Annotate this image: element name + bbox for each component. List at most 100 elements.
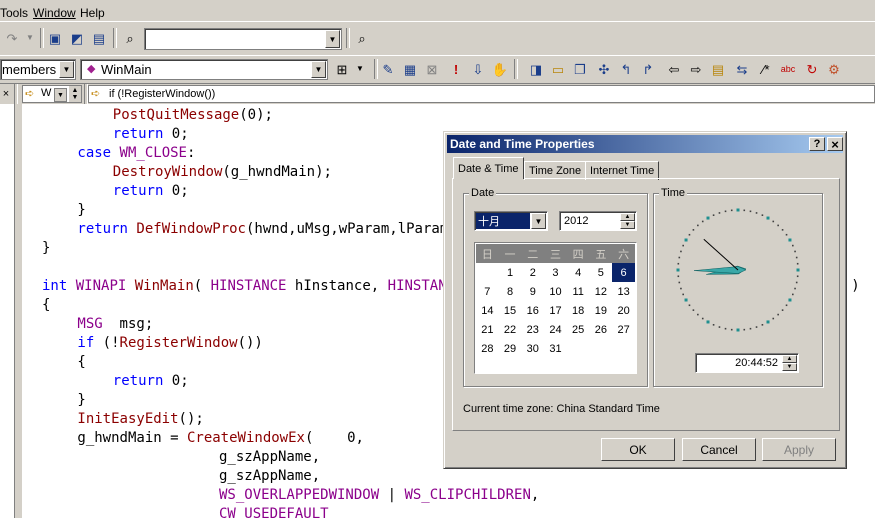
stop-build-icon[interactable]: ⊠ bbox=[422, 59, 442, 79]
function-combo[interactable]: ◆ WinMain ▼ bbox=[80, 59, 328, 80]
calendar-day[interactable]: 20 bbox=[612, 301, 635, 320]
redo-icon[interactable]: ↱ bbox=[638, 59, 658, 79]
hand-icon[interactable]: ✋ bbox=[490, 59, 510, 79]
hour-tick bbox=[766, 320, 770, 324]
calendar-day[interactable]: 29 bbox=[499, 339, 522, 358]
calendar[interactable]: 日一二三四五六 1 2 3 4 5 6 7 8 9 10 11 12 13 14 15 16 17 18 19 20 2… bbox=[474, 242, 637, 374]
calendar-day[interactable]: 23 bbox=[521, 320, 544, 339]
wizard-action-icon[interactable]: ⊞ bbox=[332, 59, 352, 79]
splitter[interactable] bbox=[14, 104, 22, 518]
wizard-combo[interactable]: ➪ W ▼ ▲ ▼ bbox=[22, 85, 82, 103]
workspace-icon[interactable]: ▣ bbox=[45, 28, 65, 48]
calendar-day[interactable]: 1 bbox=[499, 263, 522, 282]
compile-icon[interactable]: ✎ bbox=[378, 59, 398, 79]
location-bar[interactable]: ➪ if (!RegisterWindow()) bbox=[88, 85, 875, 103]
apply-button[interactable]: Apply bbox=[762, 438, 836, 461]
spellcheck-icon[interactable]: abc bbox=[778, 59, 798, 79]
calendar-day[interactable]: 8 bbox=[499, 282, 522, 301]
calendar-day[interactable]: 31 bbox=[544, 339, 567, 358]
close-icon[interactable]: × bbox=[0, 84, 12, 104]
execute-icon[interactable]: ! bbox=[446, 59, 466, 79]
calendar-day[interactable]: 30 bbox=[521, 339, 544, 358]
output-icon[interactable]: ◩ bbox=[67, 28, 87, 48]
calendar-day[interactable]: 16 bbox=[521, 301, 544, 320]
find-combo[interactable]: ▼ bbox=[144, 28, 342, 50]
spin-icon[interactable]: ▲ ▼ bbox=[69, 86, 81, 102]
code-token: return bbox=[112, 373, 164, 389]
calendar-day[interactable]: 9 bbox=[521, 282, 544, 301]
calendar-day[interactable]: 7 bbox=[476, 282, 499, 301]
refresh-icon[interactable]: ↻ bbox=[802, 59, 822, 79]
copy-icon[interactable]: ❐ bbox=[570, 59, 590, 79]
bookmark-icon[interactable]: ◨ bbox=[526, 59, 546, 79]
calendar-day[interactable]: 17 bbox=[544, 301, 567, 320]
cancel-button[interactable]: Cancel bbox=[682, 438, 756, 461]
comment-icon[interactable]: ⁄* bbox=[756, 59, 776, 79]
calendar-day[interactable]: 10 bbox=[544, 282, 567, 301]
code-token: hInstance, bbox=[286, 278, 388, 294]
chevron-down-icon[interactable]: ▼ bbox=[311, 61, 326, 78]
calendar-day[interactable]: 19 bbox=[590, 301, 613, 320]
calendar-day[interactable]: 13 bbox=[612, 282, 635, 301]
code-line: InitEasyEdit(); bbox=[77, 410, 203, 429]
minute-tick bbox=[749, 210, 752, 213]
redo-icon[interactable]: ↷ bbox=[2, 28, 22, 48]
calendar-day[interactable]: 6 bbox=[612, 263, 635, 282]
time-spinner[interactable]: 20:44:52 ▲ ▼ bbox=[695, 353, 799, 373]
clipboard-icon[interactable]: ▤ bbox=[708, 59, 728, 79]
redo-dropdown-icon[interactable]: ▼ bbox=[20, 28, 40, 48]
wizard-action-dropdown-icon[interactable]: ▼ bbox=[350, 59, 370, 79]
plugin-icon[interactable]: ⚙ bbox=[824, 59, 844, 79]
year-spinner[interactable]: 2012 ▲ ▼ bbox=[559, 211, 637, 231]
ok-button[interactable]: OK bbox=[601, 438, 675, 461]
calendar-day[interactable]: 4 bbox=[567, 263, 590, 282]
calendar-day[interactable]: 22 bbox=[499, 320, 522, 339]
calendar-day[interactable]: 12 bbox=[590, 282, 613, 301]
rotate-icon[interactable]: ↰ bbox=[616, 59, 636, 79]
dialog-titlebar[interactable]: Date and Time Properties ? × bbox=[447, 135, 843, 153]
close-button[interactable]: × bbox=[827, 137, 843, 151]
hour-tick bbox=[706, 216, 710, 220]
member-icon: ◆ bbox=[87, 63, 96, 75]
spin-down-icon[interactable]: ▼ bbox=[620, 221, 635, 229]
month-select[interactable]: 十月 ▼ bbox=[474, 211, 548, 231]
replace-icon[interactable]: ⇆ bbox=[732, 59, 752, 79]
build-icon[interactable]: ▦ bbox=[400, 59, 420, 79]
calendar-day[interactable]: 21 bbox=[476, 320, 499, 339]
tab-date-time[interactable]: Date & Time bbox=[453, 157, 524, 179]
calendar-day[interactable]: 2 bbox=[521, 263, 544, 282]
calendar-day[interactable]: 14 bbox=[476, 301, 499, 320]
date-time-dialog: Date and Time Properties ? × Date & Time… bbox=[443, 131, 847, 469]
arrow-right-icon[interactable]: ⇨ bbox=[686, 59, 706, 79]
help-button[interactable]: ? bbox=[809, 137, 825, 151]
go-icon[interactable]: ⇩ bbox=[468, 59, 488, 79]
calendar-day[interactable]: 27 bbox=[612, 320, 635, 339]
find-icon[interactable]: ⌕ bbox=[352, 28, 372, 48]
calendar-day[interactable]: 11 bbox=[567, 282, 590, 301]
chevron-down-icon[interactable]: ▼ bbox=[531, 213, 546, 229]
code-token: msg; bbox=[102, 316, 154, 332]
spin-down-icon[interactable]: ▼ bbox=[782, 363, 797, 371]
chevron-down-icon[interactable]: ▼ bbox=[325, 30, 340, 48]
calendar-day[interactable]: 3 bbox=[544, 263, 567, 282]
calendar-day[interactable]: 25 bbox=[567, 320, 590, 339]
open-folder-icon[interactable]: ▭ bbox=[548, 59, 568, 79]
find-in-files-icon[interactable]: ⌕ bbox=[120, 28, 140, 48]
class-combo[interactable]: members ▼ bbox=[0, 59, 76, 80]
calendar-day[interactable]: 26 bbox=[590, 320, 613, 339]
spin-up-icon[interactable]: ▲ bbox=[782, 355, 797, 363]
chevron-down-icon[interactable]: ▼ bbox=[59, 61, 74, 78]
arrow-left-icon[interactable]: ⇦ bbox=[664, 59, 684, 79]
chevron-down-icon[interactable]: ▼ bbox=[54, 88, 67, 102]
calendar-day[interactable]: 28 bbox=[476, 339, 499, 358]
minute-tick bbox=[718, 326, 721, 328]
apply-label: Apply bbox=[783, 442, 815, 457]
window-list-icon[interactable]: ▤ bbox=[89, 28, 109, 48]
calendar-day[interactable]: 5 bbox=[590, 263, 613, 282]
calendar-day[interactable]: 18 bbox=[567, 301, 590, 320]
spin-up-icon[interactable]: ▲ bbox=[620, 213, 635, 221]
date-group-label: Date bbox=[469, 187, 497, 199]
tools-icon[interactable]: ✣ bbox=[594, 59, 614, 79]
calendar-day[interactable]: 15 bbox=[499, 301, 522, 320]
calendar-day[interactable]: 24 bbox=[544, 320, 567, 339]
